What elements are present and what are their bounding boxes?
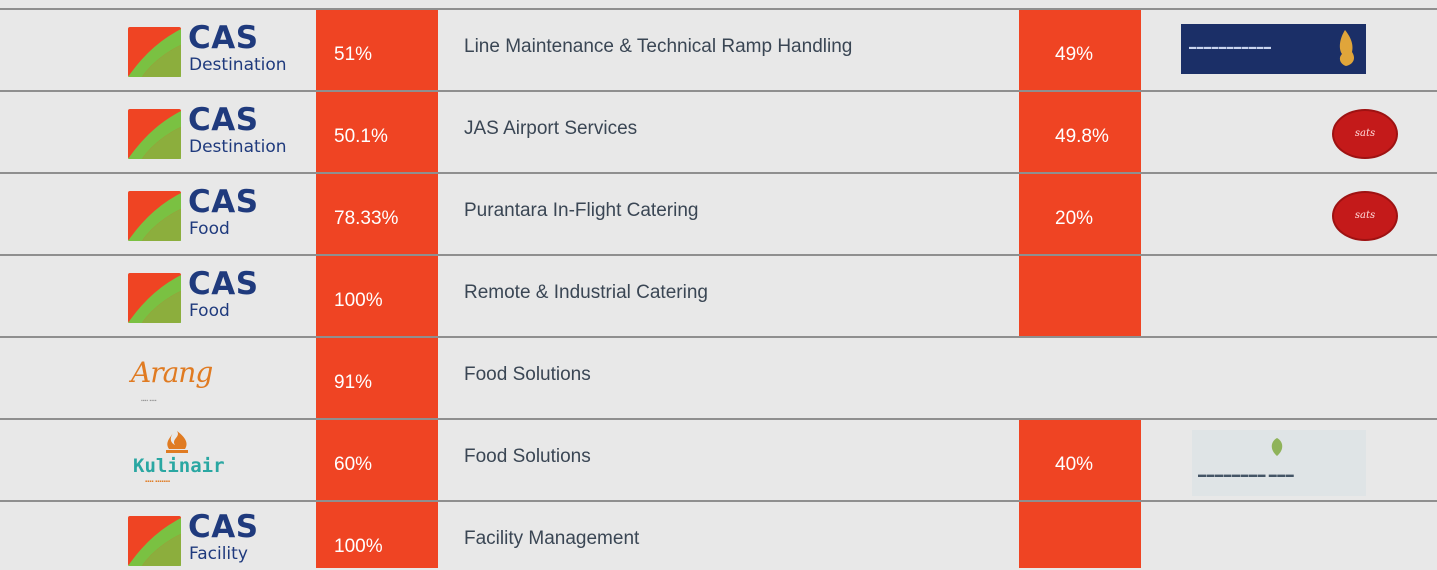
- bird-icon: [1339, 30, 1354, 66]
- sia-engineering-logo: ▬▬▬▬▬▬▬▬▬▬▬: [1181, 24, 1366, 74]
- cas-division-label: Destination: [189, 137, 287, 157]
- table-row: CAS Food 78.33% Purantara In-Flight Cate…: [0, 172, 1437, 254]
- company-logo-cell: Arang ▪▪▪▪ ▪▪▪▪: [0, 338, 316, 418]
- cas-food-logo: CAS Food: [128, 185, 303, 245]
- sats-red-logo: sats: [1332, 191, 1398, 241]
- ownership-share: 91%: [316, 338, 438, 418]
- arang-logo: Arang ▪▪▪▪ ▪▪▪▪: [131, 350, 213, 412]
- partner-share: 49%: [1019, 10, 1141, 90]
- cas-food-logo: CAS Food: [128, 267, 303, 327]
- kulinair-tagline: ▪▪▪▪ ▪▪▪▪▪▪▪: [145, 479, 171, 485]
- cas-mark-icon: [128, 273, 181, 323]
- partner-share: 49.8%: [1019, 92, 1141, 172]
- partner-logo-cell: [1141, 338, 1437, 418]
- partner-share: [1019, 502, 1141, 568]
- partner-logo-cell: ▬▬▬▬▬▬▬▬▬▬▬: [1141, 10, 1437, 90]
- business-name: Food Solutions: [464, 446, 591, 467]
- flame-icon: [166, 431, 188, 453]
- business-name: Purantara In-Flight Catering: [464, 200, 699, 221]
- cas-division-label: Food: [189, 219, 230, 239]
- cas-mark-icon: [128, 191, 181, 241]
- table-row: CAS Food 100% Remote & Industrial Cateri…: [0, 254, 1437, 336]
- kulinair-logo: Kulinair ▪▪▪▪ ▪▪▪▪▪▪▪: [133, 429, 225, 499]
- partner-share: [1019, 256, 1141, 336]
- partner-logo-cell: sats: [1141, 92, 1437, 172]
- ownership-share: 100%: [316, 256, 438, 336]
- business-name: Line Maintenance & Technical Ramp Handli…: [464, 36, 853, 57]
- anglia-logo-text: ▬▬▬▬▬▬▬▬ ▬▬▬: [1198, 470, 1295, 479]
- table-row: Kulinair ▪▪▪▪ ▪▪▪▪▪▪▪ 60% Food Solutions…: [0, 418, 1437, 500]
- cas-wordmark: CAS: [188, 266, 259, 302]
- table-row: CAS Facility 100% Facility Management: [0, 500, 1437, 568]
- cas-mark-icon: [128, 109, 181, 159]
- business-name: Remote & Industrial Catering: [464, 282, 708, 303]
- cas-mark-icon: [128, 27, 181, 77]
- partner-logo-cell: [1141, 502, 1437, 568]
- ownership-share: 60%: [316, 420, 438, 500]
- sia-engineering-logo-text: ▬▬▬▬▬▬▬▬▬▬▬: [1189, 44, 1272, 51]
- table-row: Arang ▪▪▪▪ ▪▪▪▪ 91% Food Solutions: [0, 336, 1437, 418]
- ownership-table: CAS Destination 51% Line Maintenance & T…: [0, 0, 1437, 568]
- company-logo-cell: CAS Destination: [0, 10, 316, 90]
- company-logo-cell: CAS Food: [0, 174, 316, 254]
- cas-facility-logo: CAS Facility: [128, 510, 303, 570]
- partner-share: 20%: [1019, 174, 1141, 254]
- ownership-share: 100%: [316, 502, 438, 568]
- partner-logo-cell: ▬▬▬▬▬▬▬▬ ▬▬▬: [1141, 420, 1437, 500]
- cas-wordmark: CAS: [188, 102, 259, 138]
- business-name: Facility Management: [464, 528, 640, 549]
- cas-destination-logo: CAS Destination: [128, 103, 303, 163]
- business-name: JAS Airport Services: [464, 118, 638, 139]
- partner-logo-cell: sats: [1141, 174, 1437, 254]
- company-logo-cell: Kulinair ▪▪▪▪ ▪▪▪▪▪▪▪: [0, 420, 316, 500]
- company-logo-cell: CAS Food: [0, 256, 316, 336]
- ownership-share: 78.33%: [316, 174, 438, 254]
- partner-logo-cell: [1141, 256, 1437, 336]
- cas-wordmark: CAS: [188, 184, 259, 220]
- partner-share: 40%: [1019, 420, 1141, 500]
- cas-mark-icon: [128, 516, 181, 566]
- kulinair-wordmark: Kulinair: [133, 455, 225, 477]
- ownership-share: 51%: [316, 10, 438, 90]
- ownership-share: 50.1%: [316, 92, 438, 172]
- cas-destination-logo: CAS Destination: [128, 21, 303, 81]
- leaf-icon: [1271, 438, 1283, 456]
- business-name: Food Solutions: [464, 364, 591, 385]
- cas-division-label: Facility: [189, 544, 248, 564]
- cas-wordmark: CAS: [188, 509, 259, 545]
- arang-wordmark: Arang: [131, 356, 213, 389]
- table-row: CAS Destination 50.1% JAS Airport Servic…: [0, 90, 1437, 172]
- arang-tagline: ▪▪▪▪ ▪▪▪▪: [141, 398, 157, 404]
- sats-red-logo: sats: [1332, 109, 1398, 159]
- cas-division-label: Destination: [189, 55, 287, 75]
- cas-wordmark: CAS: [188, 20, 259, 56]
- anglia-logo: ▬▬▬▬▬▬▬▬ ▬▬▬: [1192, 430, 1366, 496]
- partner-share: [1019, 338, 1141, 418]
- company-logo-cell: CAS Facility: [0, 502, 316, 568]
- cas-division-label: Food: [189, 301, 230, 321]
- company-logo-cell: CAS Destination: [0, 92, 316, 172]
- table-row: CAS Destination 51% Line Maintenance & T…: [0, 8, 1437, 90]
